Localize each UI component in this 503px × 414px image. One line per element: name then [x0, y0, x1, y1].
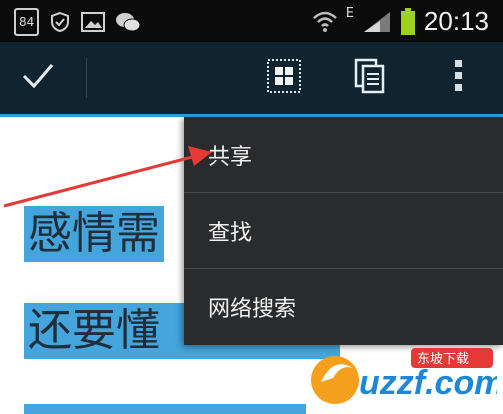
copy-button[interactable]	[348, 56, 392, 100]
overflow-menu-icon	[452, 58, 464, 98]
notification-count-badge: 84	[14, 8, 40, 36]
status-bar: 84 E 20:13	[0, 0, 503, 42]
select-all-button[interactable]	[262, 56, 306, 100]
watermark-brand-text: uzzf.com	[359, 364, 497, 402]
overflow-menu-button[interactable]	[436, 56, 480, 100]
annotation-arrow-icon	[3, 146, 212, 208]
select-all-icon	[266, 58, 302, 98]
watermark-tag-text: 东坡下载	[417, 352, 469, 367]
signal-icon	[362, 10, 392, 34]
copy-icon	[353, 57, 387, 99]
network-type-label: E	[345, 6, 354, 21]
action-bar	[0, 42, 503, 114]
wechat-icon	[115, 10, 141, 34]
shield-check-icon	[49, 10, 71, 34]
action-bar-divider	[86, 58, 87, 98]
document-line-partial	[24, 404, 306, 414]
overflow-menu: 共享 查找 网络搜索	[184, 117, 503, 345]
check-icon	[21, 61, 55, 95]
menu-item-share[interactable]: 共享	[184, 117, 503, 192]
battery-icon	[400, 7, 416, 35]
clock: 20:13	[423, 6, 489, 36]
image-icon	[81, 10, 106, 34]
wifi-icon	[312, 10, 338, 34]
menu-item-web-search[interactable]: 网络搜索	[184, 269, 503, 344]
done-button[interactable]	[16, 56, 60, 100]
watermark-logo: uzzf.com 东坡下载	[307, 346, 503, 408]
menu-item-find[interactable]: 查找	[184, 193, 503, 268]
